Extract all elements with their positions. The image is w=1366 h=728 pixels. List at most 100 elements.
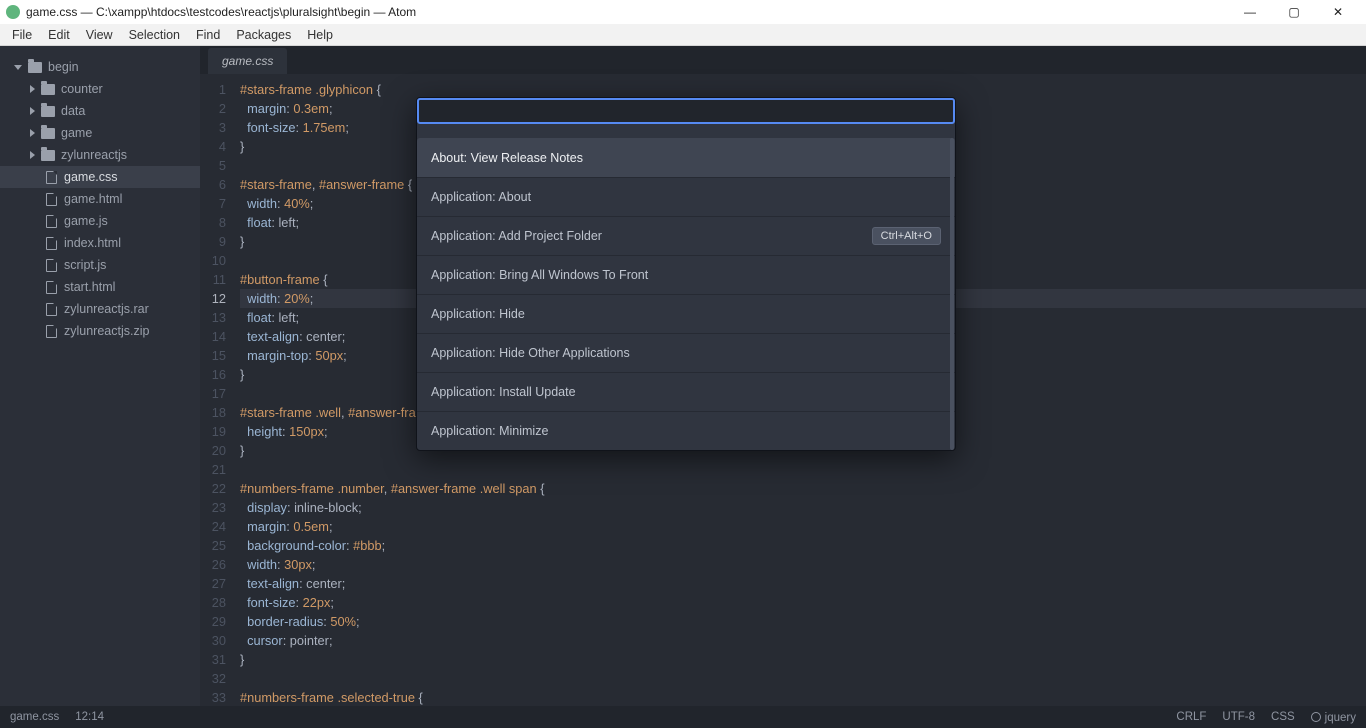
tab-bar: game.css [200, 46, 1366, 74]
menu-help[interactable]: Help [299, 24, 341, 46]
tree-item-label: zylunreactjs.zip [64, 324, 149, 338]
tree-root[interactable]: begin [0, 56, 200, 78]
file-icon [46, 281, 57, 294]
maximize-button[interactable]: ▢ [1272, 0, 1316, 24]
line-number: 16 [200, 365, 226, 384]
tree-item-label: index.html [64, 236, 121, 250]
palette-item[interactable]: Application: Add Project FolderCtrl+Alt+… [417, 216, 955, 255]
status-branch[interactable]: jquery [1311, 711, 1356, 724]
status-cursor[interactable]: 12:14 [75, 711, 104, 723]
line-number: 10 [200, 251, 226, 270]
code-line[interactable] [240, 460, 1366, 479]
code-line[interactable]: margin: 0.5em; [240, 517, 1366, 536]
tree-item-label: data [61, 104, 85, 118]
menubar: FileEditViewSelectionFindPackagesHelp [0, 24, 1366, 46]
chevron-right-icon [30, 151, 35, 159]
status-encoding[interactable]: UTF-8 [1222, 711, 1255, 723]
palette-item-label: Application: Hide Other Applications [431, 346, 630, 360]
code-line[interactable]: #numbers-frame .selected-true { [240, 688, 1366, 706]
palette-item[interactable]: Application: Hide Other Applications [417, 333, 955, 372]
gutter: 1234567891011121314151617181920212223242… [200, 74, 234, 706]
status-grammar[interactable]: CSS [1271, 711, 1295, 723]
tree-file[interactable]: game.js [0, 210, 200, 232]
palette-item-label: Application: Hide [431, 307, 525, 321]
palette-item[interactable]: Application: Install Update [417, 372, 955, 411]
line-number: 26 [200, 555, 226, 574]
code-line[interactable]: display: inline-block; [240, 498, 1366, 517]
palette-item[interactable]: Application: Bring All Windows To Front [417, 255, 955, 294]
code-line[interactable]: text-align: center; [240, 574, 1366, 593]
minimize-button[interactable]: — [1228, 0, 1272, 24]
palette-item-label: Application: Bring All Windows To Front [431, 268, 648, 282]
command-palette-list: About: View Release Notes Application: Ab… [417, 138, 955, 450]
close-button[interactable]: ✕ [1316, 0, 1360, 24]
line-number: 20 [200, 441, 226, 460]
tree-folder[interactable]: zylunreactjs [0, 144, 200, 166]
tree-file[interactable]: zylunreactjs.rar [0, 298, 200, 320]
menu-view[interactable]: View [78, 24, 121, 46]
tree-file[interactable]: zylunreactjs.zip [0, 320, 200, 342]
palette-item[interactable]: Application: Hide [417, 294, 955, 333]
keybinding-badge: Ctrl+Alt+O [872, 227, 941, 245]
status-line-ending[interactable]: CRLF [1176, 711, 1206, 723]
line-number: 32 [200, 669, 226, 688]
code-line[interactable]: background-color: #bbb; [240, 536, 1366, 555]
command-palette-input[interactable] [425, 104, 947, 118]
chevron-down-icon [14, 65, 22, 70]
tree-item-label: zylunreactjs.rar [64, 302, 149, 316]
tree-view[interactable]: begin counter data game zylunreactjs game.c… [0, 46, 200, 706]
code-line[interactable]: width: 30px; [240, 555, 1366, 574]
menu-selection[interactable]: Selection [121, 24, 188, 46]
line-number: 28 [200, 593, 226, 612]
line-number: 21 [200, 460, 226, 479]
status-file[interactable]: game.css [10, 711, 59, 723]
tree-folder[interactable]: counter [0, 78, 200, 100]
file-icon [46, 215, 57, 228]
window-title: game.css — C:\xampp\htdocs\testcodes\rea… [26, 5, 416, 19]
tree-item-label: counter [61, 82, 103, 96]
tree-file[interactable]: game.html [0, 188, 200, 210]
tree-file[interactable]: index.html [0, 232, 200, 254]
line-number: 31 [200, 650, 226, 669]
tab-active[interactable]: game.css [208, 48, 287, 74]
line-number: 33 [200, 688, 226, 706]
line-number: 6 [200, 175, 226, 194]
tree-item-label: zylunreactjs [61, 148, 127, 162]
menu-packages[interactable]: Packages [228, 24, 299, 46]
menu-file[interactable]: File [4, 24, 40, 46]
palette-item-label: About: View Release Notes [431, 151, 583, 165]
folder-icon [28, 62, 42, 73]
line-number: 25 [200, 536, 226, 555]
line-number: 1 [200, 80, 226, 99]
code-line[interactable]: cursor: pointer; [240, 631, 1366, 650]
line-number: 23 [200, 498, 226, 517]
menu-edit[interactable]: Edit [40, 24, 78, 46]
palette-item-label: Application: Install Update [431, 385, 576, 399]
line-number: 2 [200, 99, 226, 118]
palette-item[interactable]: Application: Minimize [417, 411, 955, 450]
tree-file[interactable]: start.html [0, 276, 200, 298]
palette-item-label: Application: Minimize [431, 424, 548, 438]
code-line[interactable]: #numbers-frame .number, #answer-frame .w… [240, 479, 1366, 498]
command-palette: About: View Release Notes Application: Ab… [416, 97, 956, 451]
file-icon [46, 237, 57, 250]
tree-file[interactable]: game.css [0, 166, 200, 188]
line-number: 14 [200, 327, 226, 346]
code-line[interactable]: } [240, 650, 1366, 669]
code-line[interactable]: font-size: 22px; [240, 593, 1366, 612]
line-number: 17 [200, 384, 226, 403]
code-line[interactable]: border-radius: 50%; [240, 612, 1366, 631]
menu-find[interactable]: Find [188, 24, 228, 46]
palette-item[interactable]: About: View Release Notes [417, 138, 955, 177]
tree-folder[interactable]: game [0, 122, 200, 144]
palette-item[interactable]: Application: About [417, 177, 955, 216]
tree-folder[interactable]: data [0, 100, 200, 122]
command-palette-search[interactable] [417, 98, 955, 124]
file-icon [46, 303, 57, 316]
line-number: 5 [200, 156, 226, 175]
tree-file[interactable]: script.js [0, 254, 200, 276]
line-number: 29 [200, 612, 226, 631]
line-number: 22 [200, 479, 226, 498]
code-line[interactable] [240, 669, 1366, 688]
folder-icon [41, 84, 55, 95]
